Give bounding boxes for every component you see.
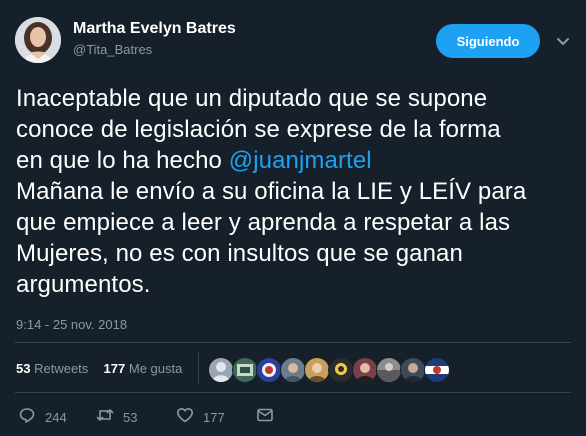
tweet-line-text: en que lo ha hecho bbox=[16, 147, 229, 174]
liker-avatar[interactable] bbox=[280, 357, 306, 383]
retweets-label[interactable]: Retweets bbox=[34, 361, 88, 376]
like-action[interactable]: 177 bbox=[176, 406, 225, 429]
retweet-count: 53 bbox=[123, 410, 138, 425]
avatar[interactable] bbox=[15, 17, 61, 63]
liker-avatar[interactable] bbox=[400, 357, 426, 383]
tweet-card: Martha Evelyn Batres @Tita_Batres Siguie… bbox=[0, 0, 586, 436]
following-button[interactable]: Siguiendo bbox=[436, 24, 540, 58]
tweet-line: en que lo ha hecho @juanjmartel bbox=[16, 145, 576, 176]
mention-link[interactable]: @juanjmartel bbox=[229, 147, 372, 174]
retweets-count[interactable]: 53 bbox=[16, 361, 30, 376]
tweet-stats: 53 Retweets 177 Me gusta bbox=[16, 361, 182, 376]
retweet-action[interactable]: 53 bbox=[96, 406, 137, 429]
tweet-line: argumentos. bbox=[16, 271, 151, 298]
reply-count: 244 bbox=[45, 410, 67, 425]
reply-icon[interactable] bbox=[18, 406, 36, 429]
tweet-line: Mujeres, no es con insultos que se ganan bbox=[16, 240, 463, 267]
tweet-line: que empiece a leer y aprenda a respetar … bbox=[16, 209, 511, 236]
tweet-timestamp[interactable]: 9:14 - 25 nov. 2018 bbox=[16, 317, 127, 332]
retweet-icon[interactable] bbox=[96, 406, 114, 429]
envelope-icon[interactable] bbox=[256, 406, 274, 429]
divider bbox=[15, 392, 571, 393]
heart-icon[interactable] bbox=[176, 406, 194, 429]
divider bbox=[15, 342, 571, 343]
tweet-line: Inaceptable que un diputado que se supon… bbox=[16, 85, 488, 112]
liker-avatar[interactable] bbox=[352, 357, 378, 383]
likes-count[interactable]: 177 bbox=[104, 361, 126, 376]
tweet-line: conoce de legislación se exprese de la f… bbox=[16, 116, 501, 143]
liker-avatar[interactable] bbox=[256, 357, 282, 383]
tweet-text: Inaceptable que un diputado que se supon… bbox=[16, 83, 576, 300]
chevron-down-icon[interactable] bbox=[554, 32, 572, 50]
liker-avatar[interactable] bbox=[208, 357, 234, 383]
author-name[interactable]: Martha Evelyn Batres bbox=[73, 20, 236, 38]
liker-avatar[interactable] bbox=[424, 357, 450, 383]
liker-avatar[interactable] bbox=[328, 357, 354, 383]
reply-action[interactable]: 244 bbox=[18, 406, 67, 429]
likes-label[interactable]: Me gusta bbox=[129, 361, 182, 376]
like-count: 177 bbox=[203, 410, 225, 425]
liker-avatar[interactable] bbox=[304, 357, 330, 383]
author-handle[interactable]: @Tita_Batres bbox=[73, 42, 152, 57]
stats-separator bbox=[198, 352, 199, 384]
liker-avatar[interactable] bbox=[376, 357, 402, 383]
liker-avatar[interactable] bbox=[232, 357, 258, 383]
message-action[interactable] bbox=[256, 406, 274, 429]
tweet-line: Mañana le envío a su oficina la LIE y LE… bbox=[16, 178, 527, 205]
